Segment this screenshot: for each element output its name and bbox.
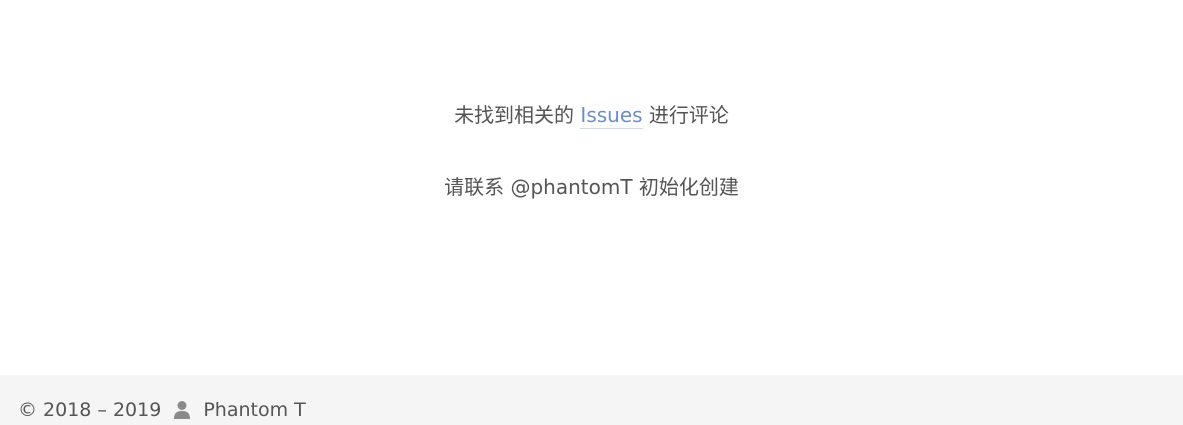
footer-content: © 2018 – 2019 Phantom T — [18, 396, 306, 424]
contact-message: 请联系 @phantomT 初始化创建 — [444, 175, 739, 199]
footer: © 2018 – 2019 Phantom T — [0, 375, 1183, 425]
author-name: Phantom T — [203, 399, 306, 421]
copyright-text: © 2018 – 2019 — [18, 399, 162, 421]
no-issues-suffix: 进行评论 — [648, 103, 729, 127]
issues-link[interactable]: Issues — [580, 103, 643, 129]
user-icon — [173, 400, 191, 420]
no-issues-prefix: 未找到相关的 — [454, 103, 575, 127]
comments-area: 未找到相关的 Issues 进行评论 请联系 @phantomT 初始化创建 — [0, 0, 1183, 375]
no-issues-message: 未找到相关的 Issues 进行评论 — [0, 101, 1183, 129]
